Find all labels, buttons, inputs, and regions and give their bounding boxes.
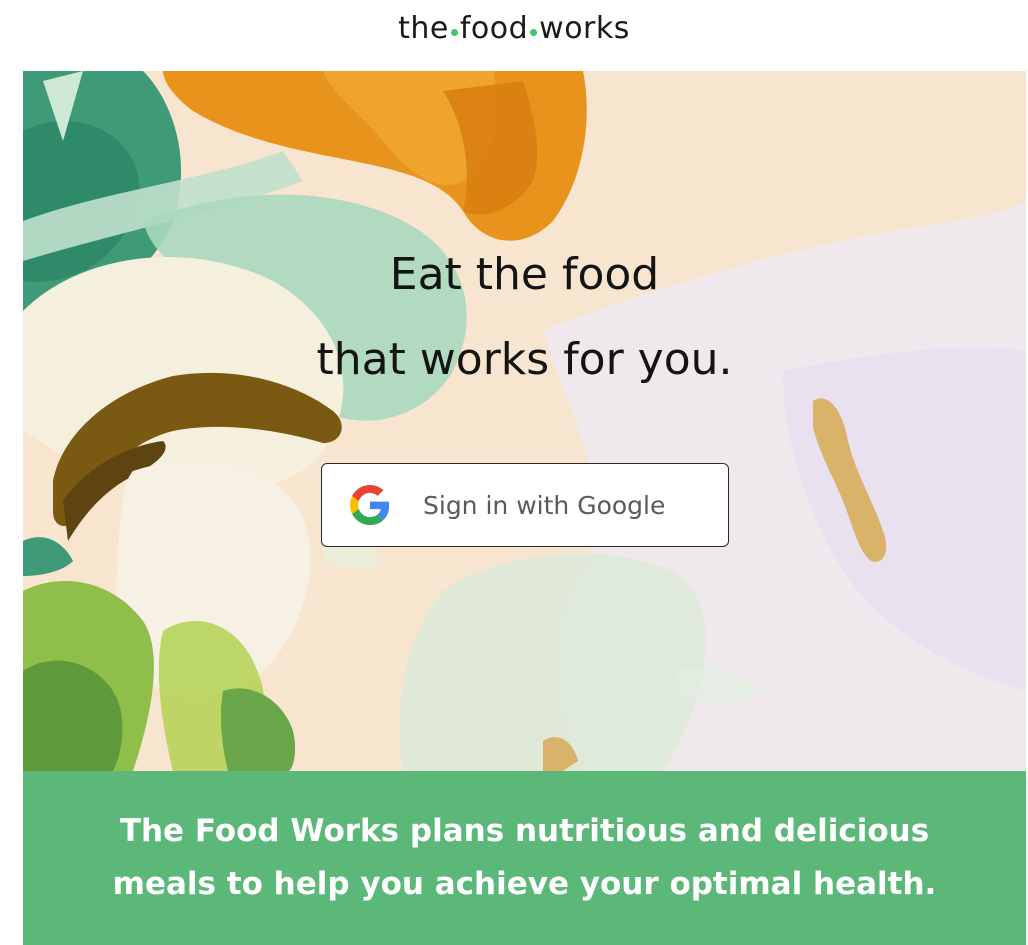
tagline-line2: meals to help you achieve your optimal h… (112, 866, 937, 902)
logo-text-food: food (459, 10, 529, 46)
hero-headline-line2: that works for you. (316, 334, 733, 385)
brand-logo: the food works (0, 8, 1028, 48)
tagline-line1: The Food Works plans nutritious and deli… (119, 813, 930, 849)
sign-in-with-google-label: Sign in with Google (423, 491, 666, 520)
logo-text-the: the (398, 10, 449, 46)
tagline-banner: The Food Works plans nutritious and deli… (23, 771, 1026, 945)
sign-in-with-google-button[interactable]: Sign in with Google (321, 463, 729, 547)
google-g-icon (350, 485, 390, 525)
hero-painted-background (23, 71, 1026, 771)
hero-banner: Eat the food that works for you. Sign in… (23, 71, 1026, 771)
logo-dot-icon (450, 28, 458, 36)
logo-text-works: works (539, 10, 630, 46)
hero-headline-line1: Eat the food (389, 249, 660, 300)
logo-dot-icon (530, 28, 538, 36)
